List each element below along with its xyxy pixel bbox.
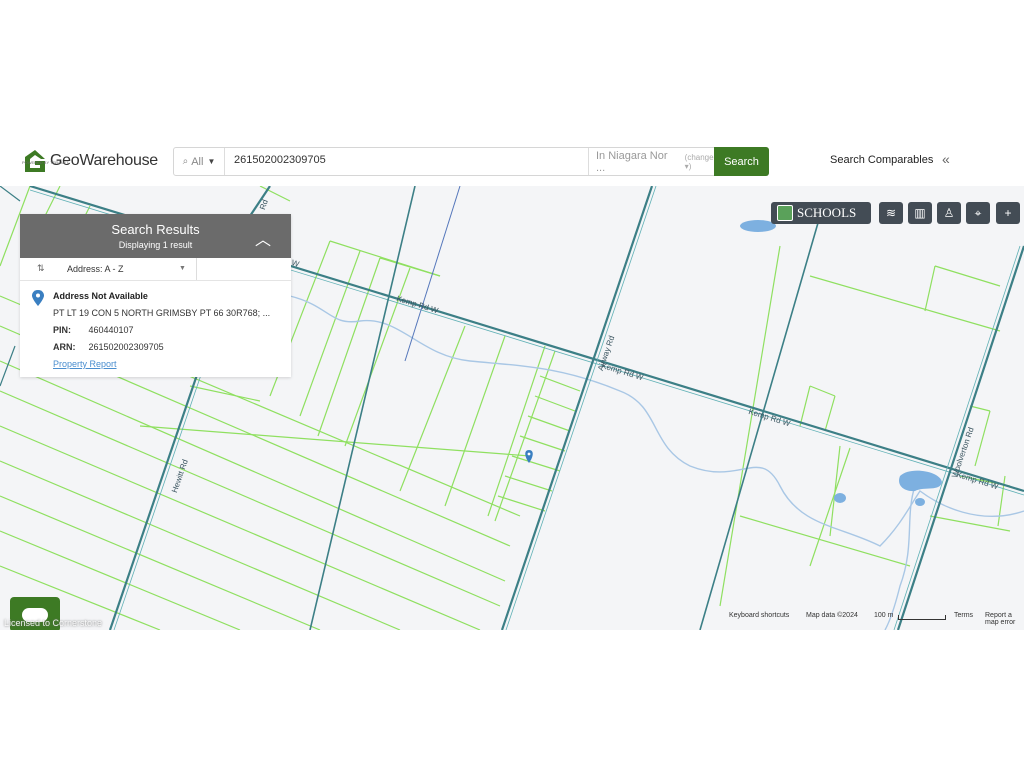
zoom-in-button[interactable]: +	[996, 202, 1020, 224]
pin-label: PIN:	[53, 325, 71, 335]
person-icon: ♙	[943, 206, 955, 220]
divider	[196, 258, 197, 280]
chevron-up-icon[interactable]: ︿	[255, 226, 271, 250]
layers-button[interactable]: ≋	[879, 202, 903, 224]
search-results-title: Search Results	[111, 222, 200, 237]
list-item[interactable]: Address Not Available PT LT 19 CON 5 NOR…	[20, 281, 291, 377]
search-scope-dropdown[interactable]: ⌕ All ▼	[174, 148, 225, 175]
arn-label: ARN:	[53, 342, 76, 352]
watermark: Licensed to Cornerstone	[4, 618, 103, 628]
sort-icon: ⇅	[37, 263, 45, 273]
street-view-button[interactable]: ♙	[937, 202, 961, 224]
double-chevron-left-icon[interactable]: «	[942, 151, 950, 167]
map-type-button[interactable]: ▥	[908, 202, 932, 224]
search-results-panel: Search Results Displaying 1 result ︿ ⇅ A…	[20, 214, 291, 377]
region-selector[interactable]: In Niagara Nor ... (change ▾)	[588, 148, 722, 175]
report-map-error-link[interactable]: Report a map error	[985, 612, 1024, 626]
layers-icon: ≋	[885, 206, 897, 220]
search-results-count: Displaying 1 result	[118, 240, 193, 250]
search-results-header: Search Results Displaying 1 result ︿	[20, 214, 291, 258]
schools-button[interactable]: SCHOOLS	[771, 202, 871, 224]
property-report-link[interactable]: Property Report	[53, 359, 117, 369]
map-data-credit: Map data ©2024	[806, 612, 858, 619]
plus-icon: +	[1004, 206, 1012, 220]
chevron-down-icon: ▼	[207, 157, 216, 166]
result-address: Address Not Available	[53, 291, 148, 301]
map[interactable]: Kemp Rd W Kemp Rd W Kemp Rd W Kemp Rd W …	[0, 186, 1024, 630]
schools-label: SCHOOLS	[797, 205, 857, 220]
school-icon	[777, 205, 793, 221]
pin-value: 460440107	[88, 325, 134, 335]
my-location-button[interactable]: ⌖	[966, 202, 990, 224]
chevron-down-icon: ▼	[179, 265, 186, 272]
crosshair-icon: ⌖	[974, 205, 982, 220]
sort-control[interactable]: ⇅ Address: A - Z ▼	[20, 258, 291, 281]
result-legal-description: PT LT 19 CON 5 NORTH GRIMSBY PT 66 30R76…	[53, 308, 271, 318]
terms-link[interactable]: Terms	[954, 612, 973, 619]
scale-label: 100 m	[874, 612, 894, 619]
header: GeoWarehouse POWERED BY TERANET ⌕ All ▼ …	[0, 138, 1024, 186]
map-icon: ▥	[914, 206, 926, 220]
scale-bar	[898, 615, 946, 620]
search-button[interactable]: Search	[714, 147, 769, 176]
logo-tagline: POWERED BY TERANET	[22, 160, 69, 165]
location-pin-icon	[32, 290, 44, 306]
water-bodies	[740, 220, 942, 506]
app: GeoWarehouse POWERED BY TERANET ⌕ All ▼ …	[0, 138, 1024, 630]
result-arn-row: ARN: 261502002309705	[53, 342, 164, 352]
result-pin-row: PIN: 460440107	[53, 325, 134, 335]
region-label: In Niagara Nor ...	[596, 149, 668, 174]
arn-value: 261502002309705	[88, 342, 164, 352]
search-input[interactable]: 261502002309705	[234, 154, 326, 166]
search-comparables-link[interactable]: Search Comparables	[830, 154, 933, 166]
search-bar: ⌕ All ▼ 261502002309705 In Niagara Nor .…	[173, 147, 769, 176]
search-scope-label: All	[191, 155, 204, 168]
sort-label: Address: A - Z	[67, 264, 124, 274]
keyboard-shortcuts-link[interactable]: Keyboard shortcuts	[729, 612, 789, 619]
search-icon: ⌕	[182, 156, 189, 167]
